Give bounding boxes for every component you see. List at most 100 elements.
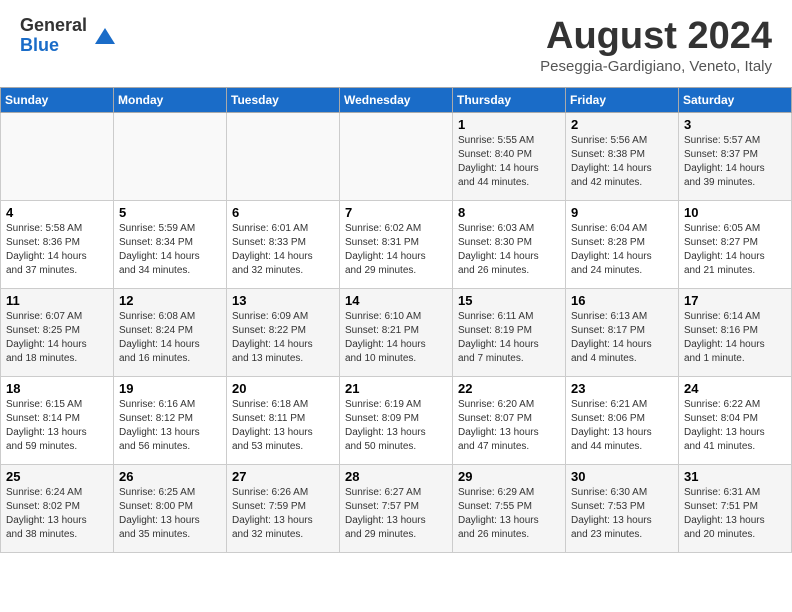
day-info: Sunrise: 6:01 AM Sunset: 8:33 PM Dayligh… [232, 222, 334, 278]
day-info: Sunrise: 6:04 AM Sunset: 8:28 PM Dayligh… [571, 222, 673, 278]
weekday-header: Saturday [679, 87, 792, 112]
calendar-cell: 4 Sunrise: 5:58 AM Sunset: 8:36 PM Daylig… [1, 200, 114, 288]
day-info: Sunrise: 6:15 AM Sunset: 8:14 PM Dayligh… [6, 398, 108, 454]
day-number: 5 [119, 205, 221, 220]
calendar-cell: 9 Sunrise: 6:04 AM Sunset: 8:28 PM Daylig… [566, 200, 679, 288]
day-number: 24 [684, 381, 786, 396]
calendar-cell: 21Sunrise: 6:19 AM Sunset: 8:09 PM Dayli… [340, 376, 453, 464]
day-info: Sunrise: 6:20 AM Sunset: 8:07 PM Dayligh… [458, 398, 560, 454]
day-info: Sunrise: 6:16 AM Sunset: 8:12 PM Dayligh… [119, 398, 221, 454]
calendar-week-row: 25Sunrise: 6:24 AM Sunset: 8:02 PM Dayli… [1, 464, 792, 552]
day-number: 6 [232, 205, 334, 220]
day-info: Sunrise: 6:18 AM Sunset: 8:11 PM Dayligh… [232, 398, 334, 454]
weekday-header: Friday [566, 87, 679, 112]
day-info: Sunrise: 6:02 AM Sunset: 8:31 PM Dayligh… [345, 222, 447, 278]
day-number: 31 [684, 469, 786, 484]
calendar-cell: 28Sunrise: 6:27 AM Sunset: 7:57 PM Dayli… [340, 464, 453, 552]
day-info: Sunrise: 6:31 AM Sunset: 7:51 PM Dayligh… [684, 486, 786, 542]
calendar-cell: 22 Sunrise: 6:20 AM Sunset: 8:07 PM Dayli… [453, 376, 566, 464]
calendar-week-row: 1 Sunrise: 5:55 AM Sunset: 8:40 PM Daylig… [1, 112, 792, 200]
calendar-cell: 5 Sunrise: 5:59 AM Sunset: 8:34 PM Daylig… [114, 200, 227, 288]
calendar-week-row: 4 Sunrise: 5:58 AM Sunset: 8:36 PM Daylig… [1, 200, 792, 288]
calendar-cell: 23 Sunrise: 6:21 AM Sunset: 8:06 PM Dayli… [566, 376, 679, 464]
day-number: 2 [571, 117, 673, 132]
calendar-cell: 6 Sunrise: 6:01 AM Sunset: 8:33 PM Daylig… [227, 200, 340, 288]
calendar-cell: 18Sunrise: 6:15 AM Sunset: 8:14 PM Dayli… [1, 376, 114, 464]
weekday-header: Thursday [453, 87, 566, 112]
title-area: August 2024 Peseggia-Gardigiano, Veneto,… [540, 16, 772, 75]
calendar-cell: 8 Sunrise: 6:03 AM Sunset: 8:30 PM Daylig… [453, 200, 566, 288]
calendar-cell: 14 Sunrise: 6:10 AM Sunset: 8:21 PM Dayli… [340, 288, 453, 376]
day-number: 1 [458, 117, 560, 132]
calendar-cell: 19 Sunrise: 6:16 AM Sunset: 8:12 PM Dayli… [114, 376, 227, 464]
calendar-cell: 29 Sunrise: 6:29 AM Sunset: 7:55 PM Dayli… [453, 464, 566, 552]
day-info: Sunrise: 5:59 AM Sunset: 8:34 PM Dayligh… [119, 222, 221, 278]
day-number: 16 [571, 293, 673, 308]
calendar-table: SundayMondayTuesdayWednesdayThursdayFrid… [0, 87, 792, 553]
day-number: 15 [458, 293, 560, 308]
weekday-header: Tuesday [227, 87, 340, 112]
day-number: 22 [458, 381, 560, 396]
calendar-cell: 1 Sunrise: 5:55 AM Sunset: 8:40 PM Daylig… [453, 112, 566, 200]
calendar-cell: 7Sunrise: 6:02 AM Sunset: 8:31 PM Daylig… [340, 200, 453, 288]
day-number: 19 [119, 381, 221, 396]
calendar-cell: 31 Sunrise: 6:31 AM Sunset: 7:51 PM Dayli… [679, 464, 792, 552]
day-info: Sunrise: 6:08 AM Sunset: 8:24 PM Dayligh… [119, 310, 221, 366]
day-info: Sunrise: 6:30 AM Sunset: 7:53 PM Dayligh… [571, 486, 673, 542]
day-info: Sunrise: 6:09 AM Sunset: 8:22 PM Dayligh… [232, 310, 334, 366]
calendar-cell: 26 Sunrise: 6:25 AM Sunset: 8:00 PM Dayli… [114, 464, 227, 552]
logo-blue: Blue [20, 36, 87, 56]
day-number: 20 [232, 381, 334, 396]
day-number: 11 [6, 293, 108, 308]
calendar-cell: 27Sunrise: 6:26 AM Sunset: 7:59 PM Dayli… [227, 464, 340, 552]
calendar-week-row: 11Sunrise: 6:07 AM Sunset: 8:25 PM Dayli… [1, 288, 792, 376]
day-number: 8 [458, 205, 560, 220]
day-number: 14 [345, 293, 447, 308]
calendar-cell [1, 112, 114, 200]
calendar-cell: 15 Sunrise: 6:11 AM Sunset: 8:19 PM Dayli… [453, 288, 566, 376]
calendar-cell: 2Sunrise: 5:56 AM Sunset: 8:38 PM Daylig… [566, 112, 679, 200]
day-info: Sunrise: 5:55 AM Sunset: 8:40 PM Dayligh… [458, 134, 560, 190]
calendar-cell: 10Sunrise: 6:05 AM Sunset: 8:27 PM Dayli… [679, 200, 792, 288]
calendar-cell: 20 Sunrise: 6:18 AM Sunset: 8:11 PM Dayli… [227, 376, 340, 464]
calendar-cell [340, 112, 453, 200]
calendar-cell [114, 112, 227, 200]
day-number: 3 [684, 117, 786, 132]
weekday-header: Monday [114, 87, 227, 112]
day-number: 12 [119, 293, 221, 308]
page-header: General Blue August 2024 Peseggia-Gardig… [0, 0, 792, 79]
calendar-cell: 25Sunrise: 6:24 AM Sunset: 8:02 PM Dayli… [1, 464, 114, 552]
day-info: Sunrise: 6:21 AM Sunset: 8:06 PM Dayligh… [571, 398, 673, 454]
calendar-cell: 24 Sunrise: 6:22 AM Sunset: 8:04 PM Dayli… [679, 376, 792, 464]
day-info: Sunrise: 6:03 AM Sunset: 8:30 PM Dayligh… [458, 222, 560, 278]
day-number: 23 [571, 381, 673, 396]
day-number: 29 [458, 469, 560, 484]
day-info: Sunrise: 6:29 AM Sunset: 7:55 PM Dayligh… [458, 486, 560, 542]
day-number: 13 [232, 293, 334, 308]
month-year-title: August 2024 [540, 16, 772, 58]
calendar-cell: 16Sunrise: 6:13 AM Sunset: 8:17 PM Dayli… [566, 288, 679, 376]
logo: General Blue [20, 16, 115, 56]
calendar-cell: 11Sunrise: 6:07 AM Sunset: 8:25 PM Dayli… [1, 288, 114, 376]
day-info: Sunrise: 6:25 AM Sunset: 8:00 PM Dayligh… [119, 486, 221, 542]
day-info: Sunrise: 5:58 AM Sunset: 8:36 PM Dayligh… [6, 222, 108, 278]
day-number: 4 [6, 205, 108, 220]
day-info: Sunrise: 6:27 AM Sunset: 7:57 PM Dayligh… [345, 486, 447, 542]
weekday-header: Sunday [1, 87, 114, 112]
day-number: 9 [571, 205, 673, 220]
calendar-header-row: SundayMondayTuesdayWednesdayThursdayFrid… [1, 87, 792, 112]
day-info: Sunrise: 6:10 AM Sunset: 8:21 PM Dayligh… [345, 310, 447, 366]
day-info: Sunrise: 6:11 AM Sunset: 8:19 PM Dayligh… [458, 310, 560, 366]
day-number: 27 [232, 469, 334, 484]
day-info: Sunrise: 6:14 AM Sunset: 8:16 PM Dayligh… [684, 310, 786, 366]
weekday-header: Wednesday [340, 87, 453, 112]
day-number: 30 [571, 469, 673, 484]
day-number: 26 [119, 469, 221, 484]
calendar-cell: 3 Sunrise: 5:57 AM Sunset: 8:37 PM Daylig… [679, 112, 792, 200]
calendar-cell: 12 Sunrise: 6:08 AM Sunset: 8:24 PM Dayli… [114, 288, 227, 376]
calendar-cell: 13 Sunrise: 6:09 AM Sunset: 8:22 PM Dayli… [227, 288, 340, 376]
logo-icon [91, 24, 115, 48]
day-info: Sunrise: 6:22 AM Sunset: 8:04 PM Dayligh… [684, 398, 786, 454]
calendar-cell: 17Sunrise: 6:14 AM Sunset: 8:16 PM Dayli… [679, 288, 792, 376]
day-info: Sunrise: 5:57 AM Sunset: 8:37 PM Dayligh… [684, 134, 786, 190]
